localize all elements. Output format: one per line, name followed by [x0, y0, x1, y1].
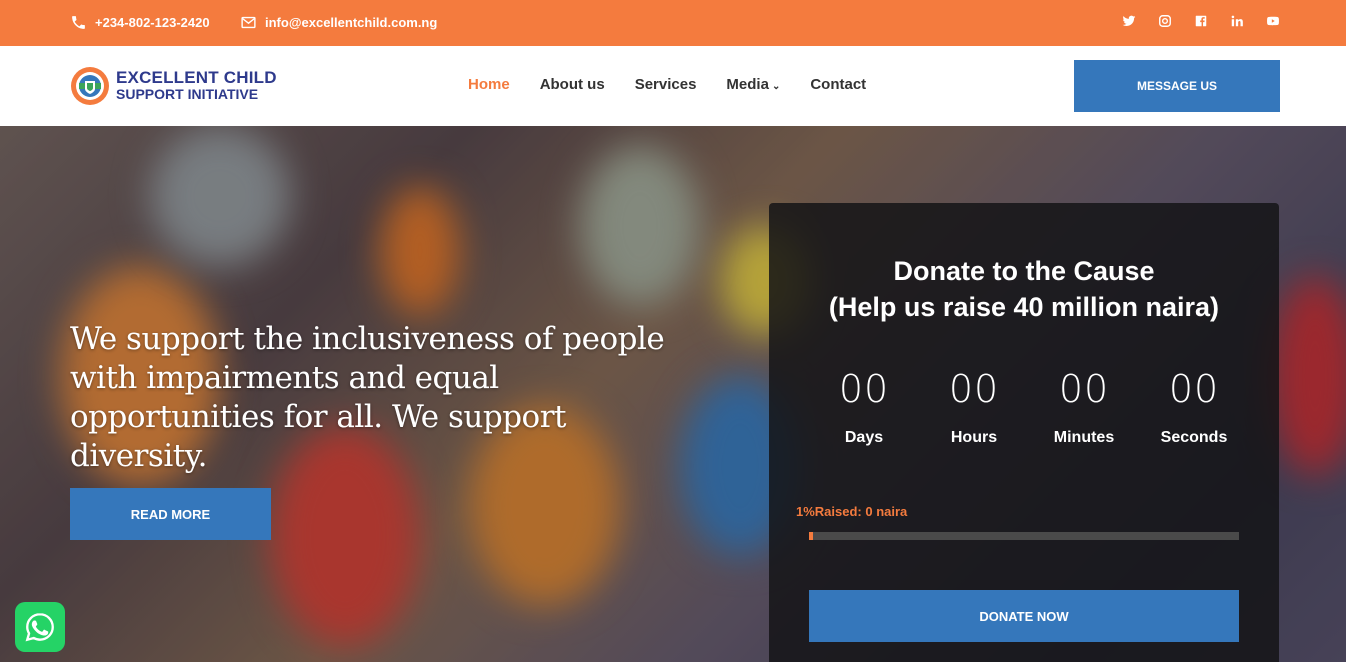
hero-section: We support the inclusiveness of people w…: [0, 126, 1346, 662]
raised-percent: 1%: [796, 504, 815, 519]
logo-text: EXCELLENT CHILD SUPPORT INITIATIVE: [116, 68, 277, 102]
logo-line1: EXCELLENT CHILD: [116, 68, 277, 87]
linkedin-icon[interactable]: [1230, 14, 1244, 28]
raised-status: 1%Raised: 0 naira: [796, 504, 907, 519]
phone-text: +234-802-123-2420: [95, 15, 210, 30]
nav-media-label: Media: [726, 76, 769, 93]
donate-now-button[interactable]: DONATE NOW: [809, 590, 1239, 642]
countdown-hours: 00 Hours: [919, 367, 1029, 447]
countdown-value: 00: [1168, 367, 1220, 411]
nav-home[interactable]: Home: [468, 76, 510, 93]
donation-progress-bar: [809, 532, 1239, 540]
email-text: info@excellentchild.com.ng: [265, 15, 438, 30]
nav-contact[interactable]: Contact: [810, 76, 866, 93]
donate-title: Donate to the Cause (Help us raise 40 mi…: [769, 253, 1279, 325]
donate-panel: Donate to the Cause (Help us raise 40 mi…: [769, 203, 1279, 662]
countdown-label: Hours: [950, 429, 998, 446]
countdown-timer: 00 Days 00 Hours 00 Minutes 00 Seconds: [809, 367, 1279, 447]
chevron-down-icon: ⌄: [771, 81, 781, 92]
top-bar: +234-802-123-2420 info@excellentchild.co…: [0, 0, 1346, 46]
logo-line2: SUPPORT INITIATIVE: [116, 86, 259, 102]
countdown-seconds: 00 Seconds: [1139, 367, 1249, 447]
raised-text: Raised: 0 naira: [814, 504, 908, 519]
facebook-icon[interactable]: [1194, 14, 1208, 28]
nav-services[interactable]: Services: [635, 76, 697, 93]
social-links: [1122, 14, 1280, 28]
countdown-value: 00: [948, 367, 1000, 411]
phone-contact[interactable]: +234-802-123-2420: [70, 14, 210, 31]
countdown-label: Seconds: [1160, 429, 1228, 446]
email-contact[interactable]: info@excellentchild.com.ng: [240, 14, 437, 31]
whatsapp-chat-button[interactable]: [15, 602, 65, 652]
message-us-button[interactable]: MESSAGE US: [1074, 60, 1280, 112]
phone-icon: [72, 16, 85, 29]
countdown-label: Days: [844, 429, 884, 446]
nav-media[interactable]: Media ⌄: [726, 76, 780, 93]
countdown-value: 00: [1058, 367, 1110, 411]
twitter-icon[interactable]: [1122, 14, 1136, 28]
countdown-days: 00 Days: [809, 367, 919, 447]
main-nav: Home About us Services Media ⌄ Contact: [468, 76, 866, 93]
countdown-label: Minutes: [1053, 429, 1115, 446]
hero-heading: We support the inclusiveness of people w…: [70, 321, 665, 474]
logo-emblem-icon: [71, 67, 109, 105]
donate-title-line1: Donate to the Cause: [893, 256, 1155, 286]
mail-icon: [241, 16, 256, 29]
site-header: EXCELLENT CHILD SUPPORT INITIATIVE Home …: [0, 46, 1346, 126]
youtube-icon[interactable]: [1266, 14, 1280, 28]
read-more-button[interactable]: READ MORE: [70, 488, 271, 540]
site-logo[interactable]: EXCELLENT CHILD SUPPORT INITIATIVE: [70, 66, 277, 106]
countdown-value: 00: [838, 367, 890, 411]
whatsapp-icon: [25, 613, 54, 642]
nav-about[interactable]: About us: [540, 76, 605, 93]
countdown-minutes: 00 Minutes: [1029, 367, 1139, 447]
donation-progress-fill: [809, 532, 814, 540]
instagram-icon[interactable]: [1158, 14, 1172, 28]
donate-title-line2: (Help us raise 40 million naira): [828, 292, 1220, 322]
